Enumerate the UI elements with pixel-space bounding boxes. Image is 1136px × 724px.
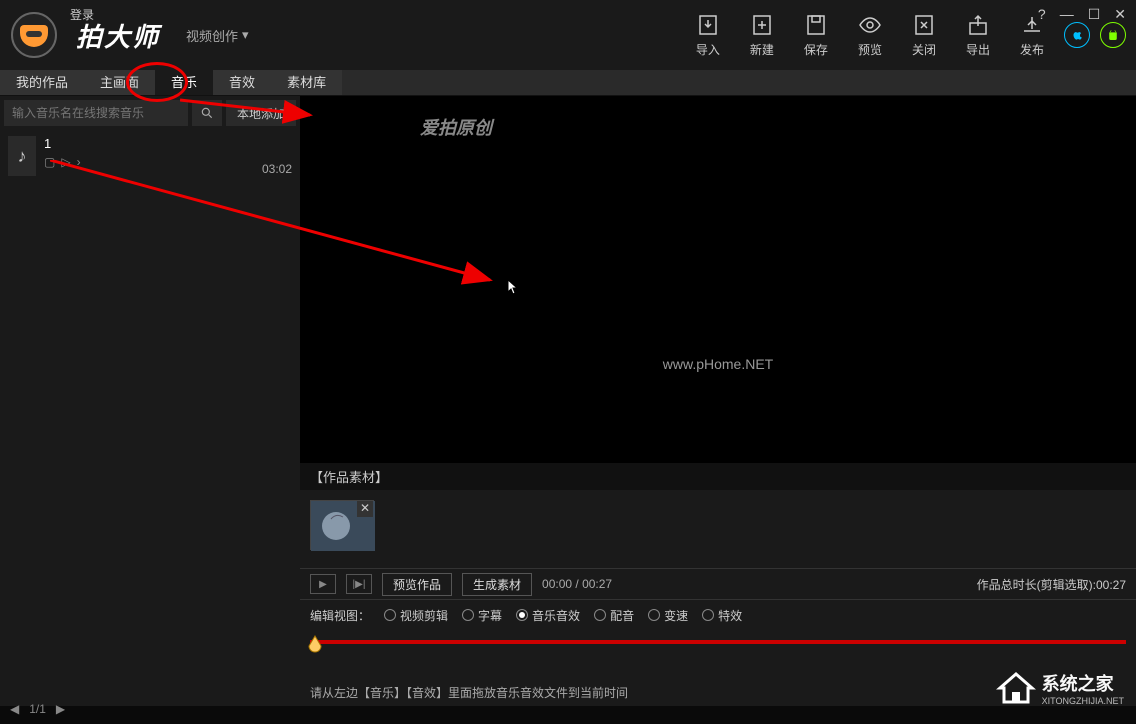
window-controls: ? — ☐ ✕	[1038, 6, 1126, 23]
close-icon[interactable]: ✕	[1114, 6, 1126, 23]
android-icon[interactable]	[1100, 22, 1126, 48]
radio-speed[interactable]: 变速	[648, 607, 688, 624]
time-display: 00:00 / 00:27	[542, 577, 612, 591]
save-button[interactable]: 保存	[804, 13, 828, 58]
watermark-mid: www.pHome.NET	[663, 356, 773, 372]
clip-thumbnail[interactable]: ✕	[310, 500, 374, 550]
preview-work-button[interactable]: 预览作品	[382, 573, 452, 596]
brand-watermark: 系统之家 XITONGZHIJIA.NET	[996, 670, 1124, 706]
pager-prev[interactable]: ◀	[10, 702, 19, 716]
new-button[interactable]: 新建	[750, 13, 774, 58]
play-icon[interactable]: ▷	[61, 155, 70, 169]
watermark-top: 爱拍原创	[420, 114, 492, 140]
minimize-icon[interactable]: —	[1060, 6, 1074, 23]
export-button[interactable]: 导出	[966, 13, 990, 58]
radio-subtitle[interactable]: 字幕	[462, 607, 502, 624]
mode-label: 视频创作	[186, 26, 238, 45]
stop-icon[interactable]: ▢	[44, 155, 55, 169]
search-button[interactable]	[192, 100, 222, 126]
timeline-track[interactable]	[310, 640, 1126, 644]
tab-music[interactable]: 音乐	[155, 70, 213, 95]
edit-view-label: 编辑视图：	[310, 607, 370, 624]
music-info: 1 ▢ ▷ ›	[44, 136, 254, 176]
timeline-handle-icon[interactable]	[307, 634, 323, 654]
logo-area: 登录 拍大师 视频创作 ▾	[10, 11, 249, 59]
sidebar: 本地添加 ♪ 1 ▢ ▷ › 03:02	[0, 96, 300, 706]
title-bar: 登录 拍大师 视频创作 ▾ 导入 新建 保存 预览 关闭 导出 发布 ? — ☐…	[0, 0, 1136, 70]
import-button[interactable]: 导入	[696, 13, 720, 58]
main-area: 爱拍原创 www.pHome.NET 【作品素材】 ✕ ▶ |▶| 预览作品 生…	[300, 96, 1136, 706]
edit-view-row: 编辑视图： 视频剪辑 字幕 音乐音效 配音 变速 特效	[300, 600, 1136, 630]
playback-controls: ▶ |▶| 预览作品 生成素材 00:00 / 00:27 作品总时长(剪辑选取…	[300, 568, 1136, 600]
pager-text: 1/1	[29, 702, 46, 716]
login-link[interactable]: 登录	[70, 6, 94, 23]
search-input[interactable]	[4, 100, 188, 126]
more-icon[interactable]: ›	[77, 155, 81, 169]
sidebar-tabs: 我的作品 主画面 音乐 音效 素材库	[0, 70, 1136, 96]
platform-icons	[1064, 22, 1126, 48]
close-button[interactable]: 关闭	[912, 13, 936, 58]
cursor-icon	[500, 276, 524, 305]
pager: ◀ 1/1 ▶	[10, 702, 65, 716]
music-duration: 03:02	[262, 162, 292, 176]
tab-library[interactable]: 素材库	[271, 70, 342, 95]
total-duration-label: 作品总时长(剪辑选取):00:27	[977, 576, 1126, 593]
radio-music-sfx[interactable]: 音乐音效	[516, 607, 580, 624]
app-logo-icon	[10, 11, 58, 59]
help-icon[interactable]: ?	[1038, 6, 1046, 23]
step-play-button[interactable]: |▶|	[346, 574, 372, 594]
maximize-icon[interactable]: ☐	[1088, 6, 1101, 23]
play-button[interactable]: ▶	[310, 574, 336, 594]
music-note-icon: ♪	[8, 136, 36, 176]
generate-material-button[interactable]: 生成素材	[462, 573, 532, 596]
clip-tray: ✕	[300, 490, 1136, 568]
house-icon	[996, 670, 1036, 706]
section-label: 【作品素材】	[300, 463, 1136, 490]
preview-button[interactable]: 预览	[858, 13, 882, 58]
music-title: 1	[44, 136, 254, 151]
music-list-item[interactable]: ♪ 1 ▢ ▷ › 03:02	[0, 130, 300, 182]
apple-icon[interactable]	[1064, 22, 1090, 48]
clip-remove-button[interactable]: ✕	[357, 501, 373, 517]
chevron-down-icon: ▾	[242, 27, 249, 43]
tab-my-works[interactable]: 我的作品	[0, 70, 84, 95]
toolbar: 导入 新建 保存 预览 关闭 导出 发布	[696, 13, 1044, 58]
preview-area[interactable]: 爱拍原创 www.pHome.NET	[300, 96, 1136, 463]
local-add-button[interactable]: 本地添加	[226, 100, 296, 126]
tab-main-scene[interactable]: 主画面	[84, 70, 155, 95]
search-row: 本地添加	[0, 96, 300, 130]
mode-dropdown[interactable]: 视频创作 ▾	[186, 26, 249, 45]
pager-next[interactable]: ▶	[56, 702, 65, 716]
radio-dub[interactable]: 配音	[594, 607, 634, 624]
search-icon	[200, 106, 214, 120]
radio-video-edit[interactable]: 视频剪辑	[384, 607, 448, 624]
radio-fx[interactable]: 特效	[702, 607, 742, 624]
tab-sound-fx[interactable]: 音效	[213, 70, 271, 95]
